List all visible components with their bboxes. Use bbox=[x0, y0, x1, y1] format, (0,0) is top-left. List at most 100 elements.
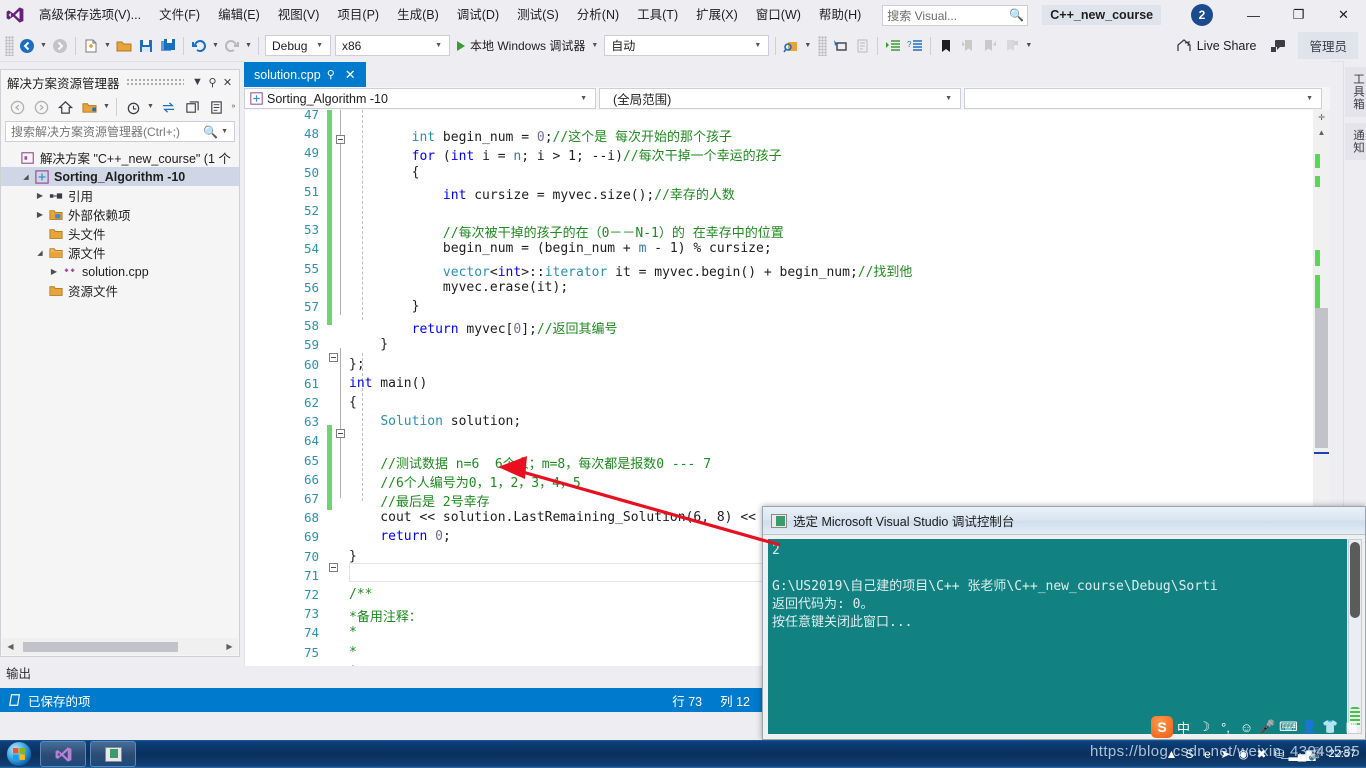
maximize-button[interactable]: ❐ bbox=[1276, 0, 1321, 30]
emoji-icon[interactable]: ☺ bbox=[1236, 720, 1257, 735]
start-debugging-button[interactable]: 本地 Windows 调试器 ▼ bbox=[452, 34, 602, 58]
document-tab-solution-cpp[interactable]: solution.cpp ⚲ ✕ bbox=[244, 62, 366, 87]
taskbar-item-visual-studio[interactable] bbox=[40, 741, 86, 767]
tree-item[interactable]: ▶ solution.cpp bbox=[1, 262, 239, 281]
code-line[interactable]: return myvec[0];//返回其编号 bbox=[349, 318, 618, 337]
code-line[interactable]: { bbox=[349, 165, 420, 180]
code-line[interactable]: } bbox=[349, 299, 420, 314]
debug-console-window[interactable]: 选定 Microsoft Visual Studio 调试控制台 2 G:\US… bbox=[762, 506, 1366, 740]
moon-icon[interactable]: ☽ bbox=[1194, 719, 1215, 735]
save-all-icon[interactable] bbox=[157, 34, 179, 58]
menu-item-edit[interactable]: 编辑(E) bbox=[209, 0, 269, 30]
menu-item-analyze[interactable]: 分析(N) bbox=[568, 0, 628, 30]
code-line[interactable]: }; bbox=[349, 357, 365, 372]
clear-bookmarks-icon[interactable] bbox=[1001, 34, 1023, 58]
menu-item-test[interactable]: 测试(S) bbox=[508, 0, 568, 30]
pin-icon[interactable]: ⚲ bbox=[205, 76, 220, 89]
show-all-files-icon[interactable] bbox=[77, 96, 101, 118]
scroll-split-icon[interactable]: ✛ bbox=[1313, 110, 1330, 125]
pending-changes-icon[interactable] bbox=[121, 96, 145, 118]
pin-icon[interactable]: ⚲ bbox=[321, 68, 341, 81]
redo-icon[interactable] bbox=[221, 34, 243, 58]
code-line[interactable]: int begin_num = 0;//这个是 每次开始的那个孩子 bbox=[349, 126, 732, 145]
panel-drag-handle[interactable] bbox=[125, 78, 184, 86]
minimize-button[interactable]: — bbox=[1231, 0, 1276, 30]
menu-item-advanced-save[interactable]: 高级保存选项(V)... bbox=[30, 0, 150, 30]
scroll-track[interactable] bbox=[19, 639, 221, 654]
menu-item-tools[interactable]: 工具(T) bbox=[628, 0, 687, 30]
go-to-definition-icon[interactable] bbox=[829, 34, 851, 58]
solution-explorer-search-input[interactable]: 搜索解决方案资源管理器(Ctrl+;) 🔍 ▼ bbox=[5, 121, 235, 142]
ime-mode-label[interactable]: 中 bbox=[1173, 718, 1194, 737]
find-dropdown-icon[interactable]: ▼ bbox=[802, 34, 813, 58]
skin-icon[interactable]: 👕 bbox=[1320, 719, 1341, 735]
expander-collapse-icon[interactable]: ◢ bbox=[33, 249, 47, 257]
close-icon[interactable]: ✕ bbox=[341, 67, 360, 83]
collapse-all-icon[interactable] bbox=[180, 96, 204, 118]
solution-explorer-hscrollbar[interactable]: ◀ ▶ bbox=[2, 638, 238, 655]
main-menu[interactable]: 高级保存选项(V)... 文件(F) 编辑(E) 视图(V) 项目(P) 生成(… bbox=[30, 0, 870, 30]
code-line[interactable]: /** bbox=[349, 587, 372, 602]
previous-bookmark-icon[interactable] bbox=[957, 34, 979, 58]
increase-indent-icon[interactable] bbox=[882, 34, 904, 58]
back-icon[interactable] bbox=[5, 96, 29, 118]
expander-collapse-icon[interactable]: ◢ bbox=[19, 173, 33, 181]
home-icon[interactable] bbox=[53, 96, 77, 118]
chevron-down-icon[interactable]: ▼ bbox=[145, 95, 156, 119]
taskbar-item-console[interactable] bbox=[90, 741, 136, 767]
code-line[interactable]: return 0; bbox=[349, 529, 450, 544]
code-line[interactable]: int main() bbox=[349, 376, 427, 391]
sync-icon[interactable] bbox=[156, 96, 180, 118]
global-search-box[interactable]: 搜索 Visual... 🔍 bbox=[882, 4, 1029, 26]
solution-platform-combo[interactable]: x86 ▼ bbox=[335, 35, 450, 56]
code-line[interactable]: //测试数据 n=6 6个人；m=8，每次都是报数0 --- 7 bbox=[349, 453, 711, 472]
chevron-down-icon[interactable]: ▼ bbox=[101, 95, 112, 119]
navigate-backward-dropdown-icon[interactable]: ▼ bbox=[38, 34, 49, 58]
code-line[interactable]: * bbox=[349, 625, 357, 640]
toolbox-icon[interactable]: ▦ bbox=[1341, 719, 1362, 735]
scroll-left-icon[interactable]: ◀ bbox=[2, 642, 19, 651]
tree-item[interactable]: 解决方案 "C++_new_course" (1 个 bbox=[1, 148, 239, 167]
notification-badge[interactable]: 2 bbox=[1191, 4, 1213, 26]
navigate-forward-icon[interactable] bbox=[49, 34, 71, 58]
solution-configuration-combo[interactable]: Debug ▼ bbox=[265, 35, 331, 56]
scroll-thumb[interactable] bbox=[1315, 308, 1328, 448]
tree-item[interactable]: 资源文件 bbox=[1, 281, 239, 300]
expander-expand-icon[interactable]: ▶ bbox=[33, 210, 47, 219]
code-line[interactable]: * bbox=[349, 664, 357, 666]
project-scope-combo[interactable]: Sorting_Algorithm -10 ▼ bbox=[244, 88, 596, 109]
menu-item-file[interactable]: 文件(F) bbox=[150, 0, 209, 30]
punctuation-icon[interactable]: °, bbox=[1215, 720, 1236, 735]
microphone-icon[interactable]: 🎤 bbox=[1257, 719, 1278, 735]
scroll-thumb[interactable] bbox=[1350, 542, 1360, 618]
undo-dropdown-icon[interactable]: ▼ bbox=[210, 34, 221, 58]
expander-expand-icon[interactable]: ▶ bbox=[33, 191, 47, 200]
expander-expand-icon[interactable]: ▶ bbox=[47, 267, 61, 276]
tree-item[interactable]: 头文件 bbox=[1, 224, 239, 243]
tree-item[interactable]: ▶ 引用 bbox=[1, 186, 239, 205]
menu-item-view[interactable]: 视图(V) bbox=[269, 0, 329, 30]
tree-item[interactable]: ▶ 外部依赖项 bbox=[1, 205, 239, 224]
chevron-down-icon[interactable]: ▼ bbox=[218, 128, 231, 135]
tree-item[interactable]: ◢ Sorting_Algorithm -10 bbox=[1, 167, 239, 186]
console-vertical-scrollbar[interactable] bbox=[1348, 539, 1362, 734]
member-scope-combo[interactable]: (全局范围) ▼ bbox=[599, 88, 961, 109]
code-line[interactable]: //6个人编号为0，1，2，3，4，5 bbox=[349, 472, 580, 491]
code-line[interactable]: int cursize = myvec.size();//幸存的人数 bbox=[349, 184, 735, 203]
collapse-region-icon[interactable] bbox=[329, 353, 338, 362]
forward-icon[interactable] bbox=[29, 96, 53, 118]
code-line[interactable]: { bbox=[349, 395, 357, 410]
code-line[interactable]: for (int i = n; i > 1; --i)//每次干掉一个幸运的孩子 bbox=[349, 145, 782, 164]
debug-process-combo[interactable]: 自动 ▼ bbox=[604, 35, 770, 56]
new-file-icon[interactable] bbox=[80, 34, 102, 58]
tree-item[interactable]: ◢ 源文件 bbox=[1, 243, 239, 262]
new-file-dropdown-icon[interactable]: ▼ bbox=[102, 34, 113, 58]
scroll-up-icon[interactable]: ▲ bbox=[1313, 125, 1330, 140]
keyboard-icon[interactable]: ⌨ bbox=[1278, 719, 1299, 735]
code-line[interactable]: } bbox=[349, 337, 388, 352]
toolbar-grip[interactable] bbox=[818, 35, 828, 56]
close-button[interactable]: ✕ bbox=[1321, 0, 1366, 30]
code-line[interactable]: cout << solution.LastRemaining_Solution(… bbox=[349, 510, 803, 525]
toolbar-overflow-icon[interactable]: ▼ bbox=[1023, 34, 1034, 58]
properties-icon[interactable] bbox=[204, 96, 228, 118]
